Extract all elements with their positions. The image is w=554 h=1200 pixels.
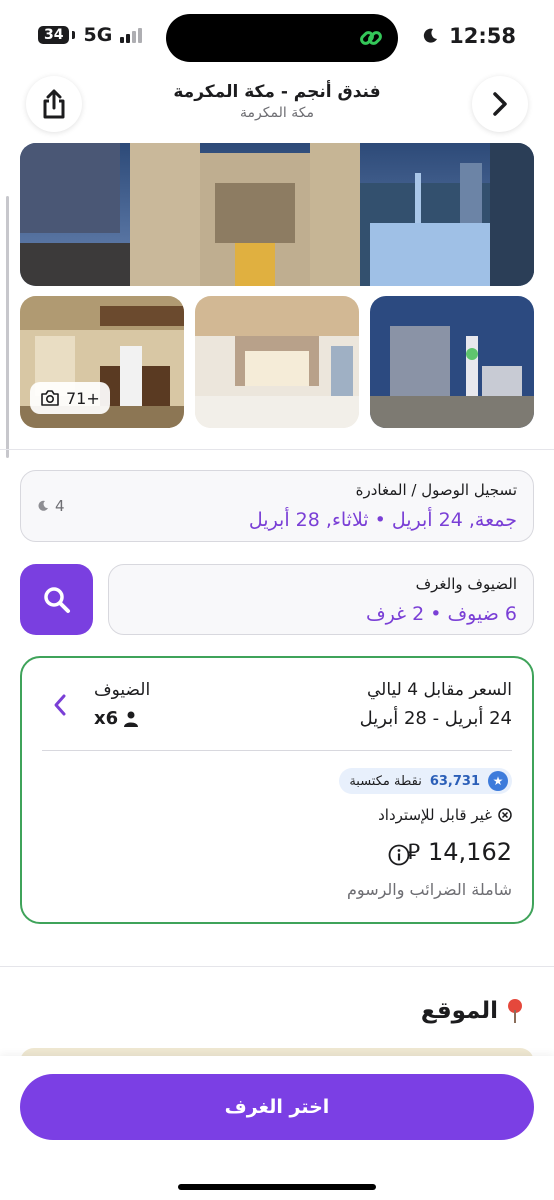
rate-guests: الضيوف x6 [94, 680, 150, 729]
dynamic-island [166, 14, 398, 62]
dates-label: تسجيل الوصول / المغادرة [355, 481, 517, 499]
status-indicators: 34 5G [36, 24, 143, 46]
battery-icon: 34 [36, 24, 76, 46]
hotel-photo-reception[interactable] [195, 296, 359, 428]
link-icon [360, 31, 382, 45]
guests-count: x6 [94, 708, 150, 729]
info-icon [388, 844, 410, 866]
choose-rooms-button[interactable]: اختر الغرف [20, 1074, 534, 1140]
pin-icon [508, 999, 522, 1023]
top-bar: فندق أنجم - مكة المكرمة مكة المكرمة [0, 76, 554, 140]
search-button[interactable] [20, 564, 93, 635]
location-title: الموقع [420, 998, 498, 1024]
clock: 12:58 [449, 24, 516, 48]
battery-level: 34 [36, 24, 72, 46]
status-bar: 34 5G 12:58 [0, 0, 554, 76]
share-button[interactable] [26, 76, 82, 132]
card-divider [42, 750, 512, 751]
scroll-indicator [6, 196, 9, 458]
tax-note: شاملة الضرائب والرسوم [347, 880, 512, 899]
search-icon [43, 586, 70, 613]
hotel-city: مكة المكرمة [240, 105, 314, 121]
location-heading: الموقع [421, 998, 524, 1024]
network-type: 5G [83, 24, 113, 46]
points-value: 63,731 [429, 773, 480, 789]
price-value: 14,162 [428, 838, 512, 866]
cancel-circle-icon [498, 808, 512, 822]
home-indicator [178, 1184, 376, 1190]
share-icon [43, 89, 65, 119]
guests-value: x6 [94, 708, 119, 729]
points-badge: ★ 63,731 نقطة مكتسبة [339, 768, 512, 794]
chevron-right-icon [493, 92, 507, 116]
hotel-photo-clocktower[interactable] [370, 296, 534, 428]
hotel-title: فندق أنجم - مكة المكرمة [173, 82, 381, 102]
section-divider [0, 966, 554, 967]
guests-rooms-field[interactable]: الضيوف والغرف 6 ضيوف • 2 غرف [108, 564, 534, 635]
star-icon: ★ [488, 771, 508, 791]
guests-label: الضيوف [94, 680, 151, 700]
refund-text: غير قابل للإسترداد [378, 806, 492, 824]
price-info-button[interactable] [388, 844, 410, 870]
hotel-main-photo[interactable] [20, 143, 534, 286]
nights-value: 4 [55, 497, 65, 515]
photo-count: 71+ [66, 388, 100, 408]
status-time-area: 12:58 [421, 24, 516, 48]
guests-rooms-label: الضيوف والغرف [415, 575, 517, 593]
section-divider [0, 449, 554, 450]
moon-icon [38, 500, 48, 511]
date-range: 24 أبريل - 28 أبريل [359, 708, 512, 729]
rate-card[interactable]: السعر مقابل 4 ليالي 24 أبريل - 28 أبريل … [20, 656, 534, 924]
moon-icon [423, 28, 438, 43]
chevron-left-icon [54, 694, 66, 716]
person-icon [124, 711, 139, 727]
photo-count-badge[interactable]: 71+ [30, 382, 110, 414]
dates-field[interactable]: تسجيل الوصول / المغادرة جمعة, 24 أبريل •… [20, 470, 534, 542]
dates-value: جمعة, 24 أبريل • ثلاثاء, 28 أبريل [248, 509, 517, 531]
guests-rooms-value: 6 ضيوف • 2 غرف [365, 603, 517, 625]
camera-icon [41, 390, 59, 406]
hotel-heading: فندق أنجم - مكة المكرمة مكة المكرمة [90, 82, 464, 121]
price-period-label: السعر مقابل 4 ليالي [366, 680, 512, 700]
hotel-photo-lobby[interactable]: 71+ [20, 296, 184, 428]
rate-period: السعر مقابل 4 ليالي 24 أبريل - 28 أبريل [360, 680, 512, 729]
points-label: نقطة مكتسبة [349, 773, 422, 789]
total-price: ⃁ 14,162 [407, 838, 512, 866]
refund-policy: غير قابل للإسترداد [378, 806, 512, 824]
nights-count: 4 [37, 497, 65, 515]
signal-icon [120, 27, 143, 43]
back-button[interactable] [472, 76, 528, 132]
change-guests-button[interactable] [52, 692, 68, 722]
